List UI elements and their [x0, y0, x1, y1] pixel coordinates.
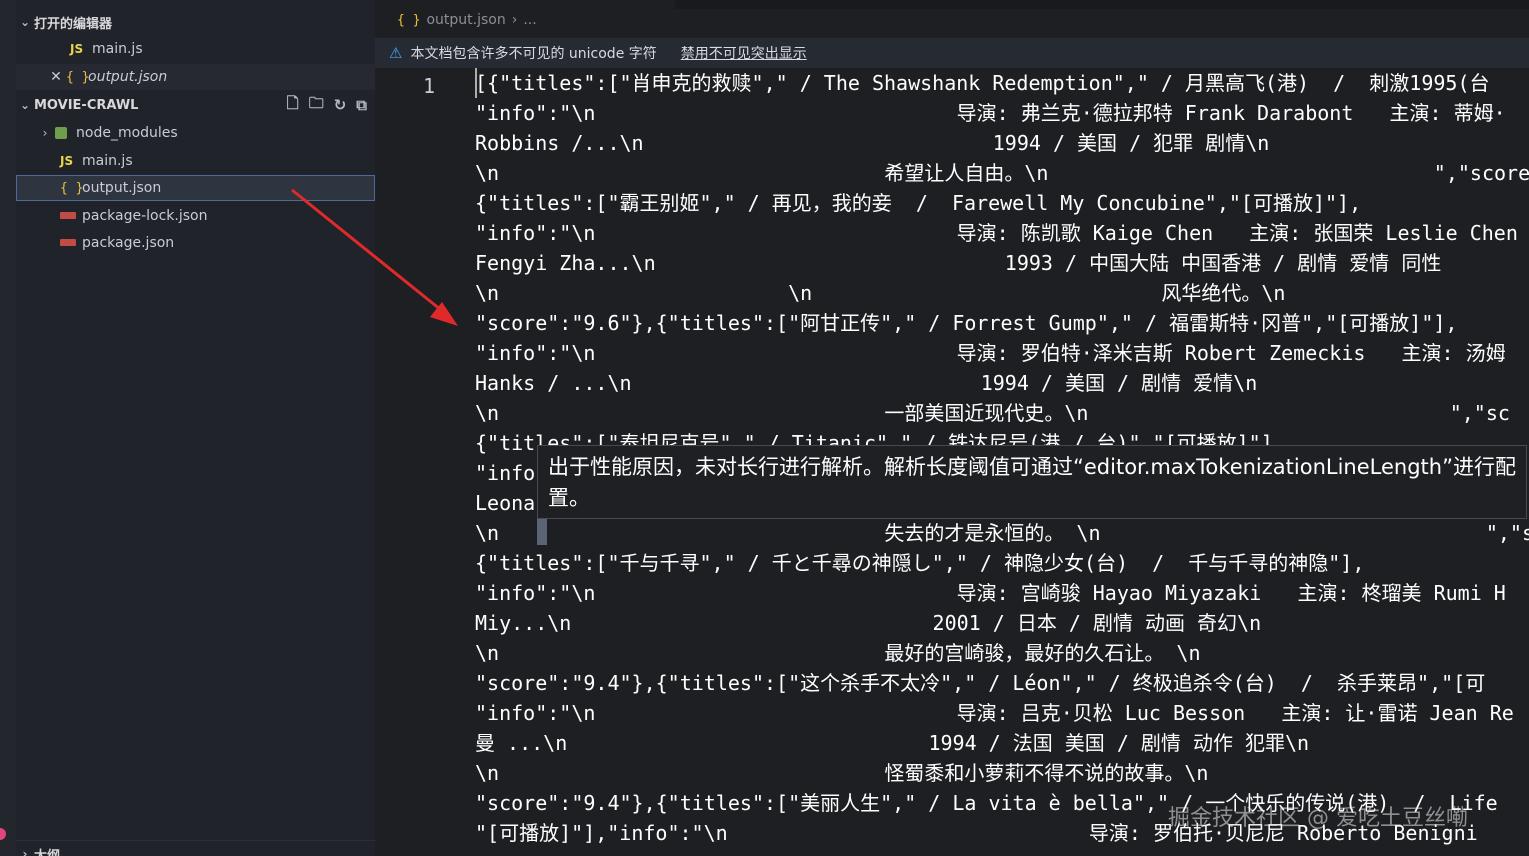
code-line: \n 希望让人自由。\n ","score" — [475, 161, 1529, 185]
code-line: "info — [475, 461, 536, 485]
code-line: \n 失去的才是永恒的。 \n ","s — [475, 521, 1529, 545]
code-line: {"titles":["千与千寻"," / 千と千尋の神隠し"," / 神隐少女… — [475, 551, 1365, 575]
disable-highlight-link[interactable]: 禁用不可见突出显示 — [681, 43, 807, 63]
js-file-icon: JS — [60, 154, 74, 168]
unicode-warning-banner: ⚠ 本文档包含许多不可见的 unicode 字符 禁用不可见突出显示 — [375, 38, 1529, 68]
explorer-sidebar: ⌄ 打开的编辑器 JS main.js ✕ { } output.json ⌄ … — [16, 0, 375, 856]
banner-text: 本文档包含许多不可见的 unicode 字符 — [410, 46, 657, 62]
tree-item-label: output.json — [82, 180, 162, 196]
new-file-icon[interactable]: 🗋 — [287, 93, 299, 118]
code-line: "score":"9.6"},{"titles":["阿甘正传"," / For… — [475, 311, 1458, 335]
tree-item-package-json[interactable]: package.json — [16, 230, 375, 256]
code-line: Robbins /...\n 1994 / 美国 / 犯罪 剧情\n — [475, 131, 1270, 155]
tree-item-label: node_modules — [76, 125, 178, 141]
code-line: \n \n 风华绝代。\n — [475, 281, 1286, 305]
code-line: 曼 ...\n 1994 / 法国 美国 / 剧情 动作 犯罪\n — [475, 731, 1310, 755]
code-line: "score":"9.4"},{"titles":["这个杀手不太冷"," / … — [475, 671, 1486, 695]
line-number: 1 — [423, 74, 436, 98]
code-line: \n 怪蜀黍和小萝莉不得不说的故事。\n — [475, 761, 1209, 785]
tree-item-main-js[interactable]: JS main.js — [16, 148, 375, 174]
code-line: \n 最好的宫崎骏，最好的久石让。 \n — [475, 641, 1201, 665]
code-line: "info":"\n 导演: 罗伯特·泽米吉斯 Robert Zemeckis … — [475, 341, 1506, 365]
tree-item-node-modules[interactable]: › node_modules — [16, 120, 375, 146]
warning-icon: ⚠ — [389, 44, 403, 62]
project-header[interactable]: ⌄ MOVIE-CRAWL 🗋 🗀 ↻ ⧉ — [16, 92, 375, 118]
code-line: "info":"\n 导演: 弗兰克·德拉邦特 Frank Darabont 主… — [475, 101, 1506, 125]
code-line: Leona — [475, 491, 536, 515]
chevron-right-icon: › — [22, 847, 28, 856]
open-editor-output-json[interactable]: ✕ { } output.json — [16, 64, 375, 90]
node-folder-icon — [54, 126, 76, 140]
watermark: 掘金技术社区 @ 爱吃土豆丝嘞 — [1168, 806, 1468, 831]
json-file-icon: { } — [60, 180, 84, 196]
code-line: "info":"\n 导演: 宫崎骏 Hayao Miyazaki 主演: 柊瑠… — [475, 581, 1506, 605]
editor-area: { } output.json › ... ⚠ 本文档包含许多不可见的 unic… — [375, 0, 1529, 856]
breadcrumb-separator: › — [511, 12, 518, 28]
project-title: MOVIE-CRAWL — [34, 97, 139, 113]
npm-file-icon — [60, 210, 82, 222]
tree-item-label: main.js — [82, 153, 133, 169]
tab-output-json[interactable] — [375, 0, 675, 9]
tree-item-label: package-lock.json — [82, 208, 208, 224]
chevron-right-icon: › — [42, 126, 48, 140]
collapse-all-icon[interactable]: ⧉ — [356, 96, 367, 114]
code-line: [{"titles":["肖申克的救赎"," / The Shawshank R… — [475, 71, 1490, 95]
breadcrumb: { } output.json › ... — [397, 12, 537, 28]
chevron-down-icon: ⌄ — [19, 98, 31, 112]
open-editor-main-js[interactable]: JS main.js — [16, 36, 375, 62]
tokenization-tooltip: 出于性能原因，未对长行进行解析。解析长度阈值可通过“editor.maxToke… — [537, 445, 1527, 519]
js-file-icon: JS — [70, 42, 84, 56]
breadcrumb-file[interactable]: output.json — [426, 12, 505, 28]
code-line: Hanks / ...\n 1994 / 美国 / 剧情 爱情\n — [475, 371, 1258, 395]
refresh-icon[interactable]: ↻ — [334, 96, 347, 114]
selection-marker — [537, 515, 547, 545]
code-line: Fengyi Zha...\n 1993 / 中国大陆 中国香港 / 剧情 爱情… — [475, 251, 1442, 275]
code-line: \n 一部美国近现代史。\n ","sc — [475, 401, 1510, 425]
tab-strip — [375, 0, 1529, 9]
activity-bar — [0, 0, 16, 856]
code-line: {"titles":["霸王别姬"," / 再见，我的妾 / Farewell … — [475, 191, 1362, 215]
account-badge[interactable] — [0, 828, 6, 840]
outline-title: 大纲 — [34, 848, 61, 856]
code-line: "info":"\n 导演: 吕克·贝松 Luc Besson 主演: 让·雷诺… — [475, 701, 1514, 725]
open-editor-label: output.json — [88, 69, 168, 85]
tree-item-label: package.json — [82, 235, 175, 251]
open-editors-title: 打开的编辑器 — [34, 16, 113, 32]
code-line: Miy...\n 2001 / 日本 / 剧情 动画 奇幻\n — [475, 611, 1262, 635]
chevron-down-icon: ⌄ — [19, 15, 31, 29]
breadcrumb-tail[interactable]: ... — [523, 12, 536, 28]
npm-file-icon — [60, 237, 82, 249]
close-icon[interactable]: ✕ — [46, 69, 66, 85]
new-folder-icon[interactable]: 🗀 — [309, 93, 324, 118]
tree-item-package-lock-json[interactable]: package-lock.json — [16, 203, 375, 229]
code-line: "info":"\n 导演: 陈凯歌 Kaige Chen 主演: 张国荣 Le… — [475, 221, 1518, 245]
outline-header[interactable]: › 大纲 — [16, 841, 375, 856]
tree-item-output-json[interactable]: { } output.json — [16, 175, 375, 201]
json-file-icon: { } — [397, 12, 421, 28]
open-editor-label: main.js — [92, 41, 143, 57]
open-editors-header[interactable]: ⌄ 打开的编辑器 — [16, 9, 375, 35]
json-file-icon: { } — [66, 69, 90, 85]
